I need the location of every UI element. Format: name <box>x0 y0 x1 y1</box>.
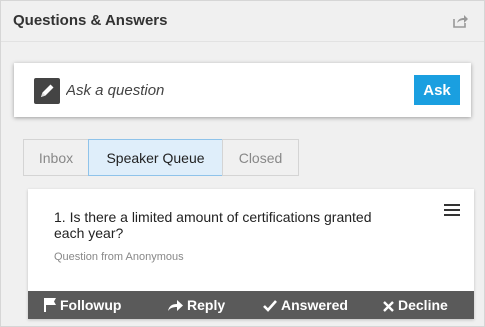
ask-button[interactable]: Ask <box>414 75 460 105</box>
answered-button[interactable]: Answered <box>263 291 348 319</box>
qa-panel: Questions & Answers Ask Inbox Speaker Qu… <box>0 0 485 327</box>
question-text: 1. Is there a limited amount of certific… <box>54 209 372 241</box>
followup-button[interactable]: Followup <box>44 291 121 319</box>
followup-label: Followup <box>60 297 122 313</box>
panel-header: Questions & Answers <box>1 1 484 42</box>
answered-label: Answered <box>281 297 348 313</box>
ask-question-input[interactable] <box>66 79 366 101</box>
question-meta: Question from Anonymous <box>54 251 184 263</box>
hamburger-menu-icon[interactable] <box>444 203 460 217</box>
question-card: 1. Is there a limited amount of certific… <box>28 189 474 319</box>
panel-title: Questions & Answers <box>13 12 168 29</box>
flag-icon <box>44 298 56 312</box>
check-icon <box>263 300 277 312</box>
reply-arrow-icon <box>168 300 183 311</box>
x-icon <box>383 301 394 312</box>
tab-closed[interactable]: Closed <box>222 139 299 176</box>
question-action-bar: Followup Reply Answered Decline <box>28 291 474 319</box>
pencil-icon <box>34 78 60 104</box>
tab-speaker-queue[interactable]: Speaker Queue <box>88 139 223 176</box>
decline-button[interactable]: Decline <box>383 291 448 319</box>
reply-label: Reply <box>187 297 226 313</box>
reply-button[interactable]: Reply <box>168 291 225 319</box>
share-arrow-icon[interactable] <box>452 13 468 29</box>
ask-question-box: Ask <box>14 63 471 117</box>
decline-label: Decline <box>398 297 448 313</box>
tab-inbox[interactable]: Inbox <box>23 139 89 176</box>
